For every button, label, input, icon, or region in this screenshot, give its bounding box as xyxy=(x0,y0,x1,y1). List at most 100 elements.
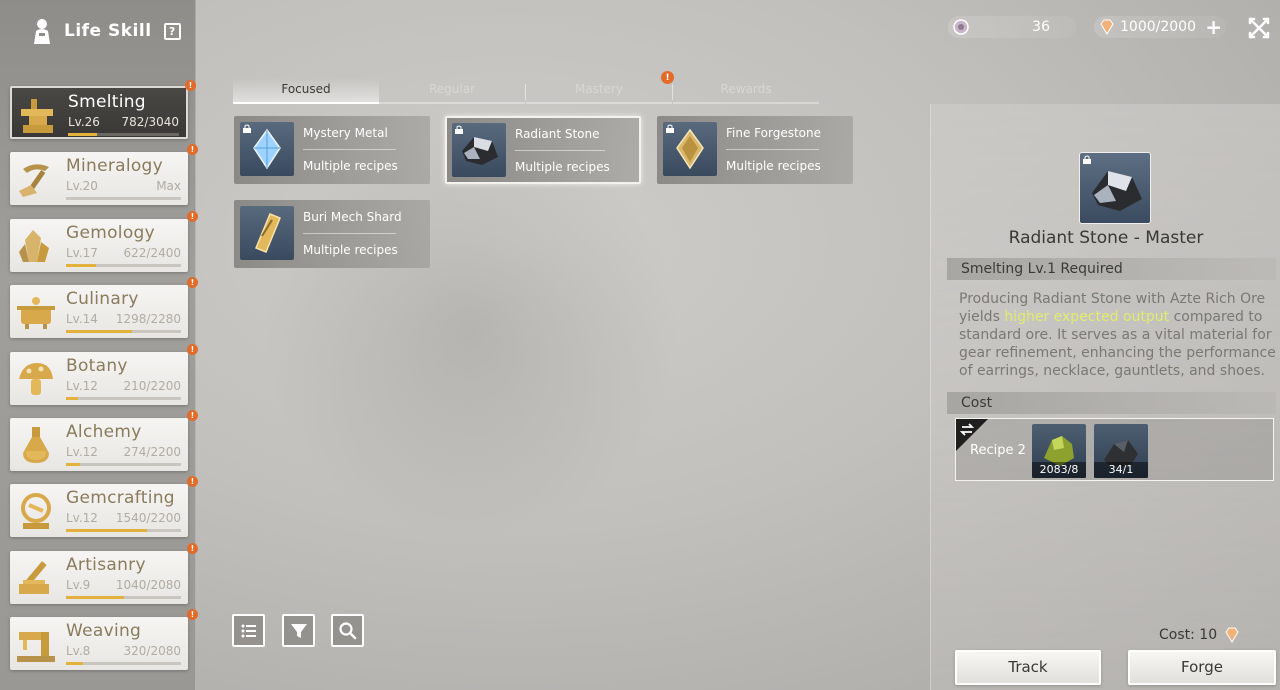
skill-name: Mineralogy xyxy=(66,156,164,177)
skill-name: Artisanry xyxy=(66,554,146,575)
notification-badge: ! xyxy=(187,609,198,621)
tab-regular[interactable]: Regular xyxy=(379,78,525,104)
skill-progress-fill xyxy=(66,263,96,267)
search-icon xyxy=(338,621,356,639)
skill-name: Gemcrafting xyxy=(66,488,175,509)
tab-mastery[interactable]: Mastery xyxy=(526,78,672,104)
mushroom-icon xyxy=(19,362,53,395)
forge-button[interactable]: Forge xyxy=(1128,650,1276,685)
skill-item-gemology[interactable]: Gemology Lv.17 622/2400 ! xyxy=(10,210,198,272)
skill-item-artisanry[interactable]: Artisanry Lv.9 1040/2080 ! xyxy=(10,542,198,604)
recipe-tabs: Focused Regular Mastery Rewards ! xyxy=(233,71,930,104)
skill-progress-bar xyxy=(66,595,181,599)
material-slot[interactable]: 34/1 xyxy=(1094,424,1148,478)
skill-level: Lv.17 xyxy=(66,245,98,260)
skill-progress-fill xyxy=(66,330,132,334)
recipe-detail-panel: Radiant Stone - Master Smelting Lv.1 Req… xyxy=(930,104,1280,690)
notification-badge: ! xyxy=(187,343,198,355)
skill-level: Lv.26 xyxy=(68,115,100,129)
skill-progress-fill xyxy=(66,662,84,666)
recipe-subtitle: Multiple recipes xyxy=(515,160,610,174)
filter-icon xyxy=(290,623,307,638)
buri-mech-shard-icon xyxy=(255,213,281,253)
skill-level: Lv.20 xyxy=(66,179,98,194)
requirement-bar: Smelting Lv.1 Required xyxy=(947,258,1276,280)
skill-progress-bar xyxy=(66,330,181,334)
gem-icon xyxy=(1100,19,1114,35)
forge-cost-text: Cost: 10 xyxy=(1159,627,1218,643)
skill-progress-fill xyxy=(66,529,147,533)
skill-list: Smelting Lv.26 782/3040 ! Mineralogy Lv.… xyxy=(10,80,198,684)
skill-progress-bar xyxy=(66,462,181,466)
notification-badge: ! xyxy=(187,542,198,554)
recipe-name: Buri Mech Shard xyxy=(303,210,402,224)
divider xyxy=(303,233,396,234)
skill-sidebar: Life Skill ? Smelting Lv.26 782/3040 ! M… xyxy=(0,0,198,690)
notification-badge: ! xyxy=(187,144,198,156)
anvil-icon xyxy=(21,99,53,133)
list-icon xyxy=(241,624,256,637)
recipe-thumbnail xyxy=(452,123,506,177)
tab-focused[interactable]: Focused xyxy=(233,78,379,104)
gem-amount: 1000/2000 xyxy=(1120,19,1196,35)
skill-item-weaving[interactable]: Weaving Lv.8 320/2080 ! xyxy=(10,609,198,671)
recipe-card-mystery-metal[interactable]: Mystery Metal Multiple recipes xyxy=(234,116,430,184)
skill-item-gemcrafting[interactable]: Gemcrafting Lv.12 1540/2200 ! xyxy=(10,476,198,538)
pickaxe-icon xyxy=(19,164,49,198)
page-title: Life Skill xyxy=(64,21,152,41)
skill-name: Alchemy xyxy=(66,421,142,442)
gem-icon xyxy=(1225,627,1239,643)
skill-xp: 210/2200 xyxy=(123,378,182,393)
coin-icon xyxy=(953,19,969,35)
skill-item-botany[interactable]: Botany Lv.12 210/2200 ! xyxy=(10,343,198,405)
search-button[interactable] xyxy=(331,614,364,647)
close-icon[interactable] xyxy=(1246,15,1272,41)
header: Life Skill ? xyxy=(30,14,181,48)
potion-flask-icon xyxy=(23,426,49,463)
skill-item-alchemy[interactable]: Alchemy Lv.12 274/2200 ! xyxy=(10,409,198,471)
recipe-name: Radiant Stone xyxy=(515,127,600,141)
skill-item-smelting[interactable]: Smelting Lv.26 782/3040 ! xyxy=(10,80,196,139)
hammer-icon xyxy=(19,560,49,594)
recipe-subtitle: Multiple recipes xyxy=(726,159,821,173)
list-view-button[interactable] xyxy=(232,614,265,647)
coin-counter: 36 xyxy=(948,16,1076,38)
recipe-description: Producing Radiant Stone with Azte Rich O… xyxy=(959,290,1280,378)
skill-level: Lv.12 xyxy=(66,378,98,393)
skill-progress-fill xyxy=(66,396,78,400)
tab-rewards[interactable]: Rewards xyxy=(673,78,819,104)
skill-xp: 320/2080 xyxy=(123,644,182,659)
recipe-card-buri-mech-shard[interactable]: Buri Mech Shard Multiple recipes xyxy=(234,200,430,268)
notification-badge: ! xyxy=(187,277,198,289)
notification-badge: ! xyxy=(661,71,674,84)
skill-name: Culinary xyxy=(66,289,139,310)
notification-badge: ! xyxy=(187,409,198,421)
bound-icon xyxy=(455,125,463,134)
skill-item-culinary[interactable]: Culinary Lv.14 1298/2280 ! xyxy=(10,277,198,339)
recipe-option[interactable]: Recipe 2 2083/8 34/1 xyxy=(955,418,1274,481)
skill-progress-bar xyxy=(66,197,181,201)
material-count: 34/1 xyxy=(1094,462,1148,478)
recipe-thumbnail xyxy=(240,206,294,260)
skill-name: Gemology xyxy=(66,222,155,243)
skill-xp: 1540/2200 xyxy=(115,511,181,526)
skill-xp: 782/3040 xyxy=(121,115,180,129)
skill-name: Botany xyxy=(66,355,128,376)
help-icon[interactable]: ? xyxy=(163,22,181,40)
skill-xp: 274/2200 xyxy=(123,444,182,459)
forge-cost: Cost: 10 xyxy=(1159,626,1241,644)
material-slot[interactable]: 2083/8 xyxy=(1032,424,1086,478)
skill-progress-bar xyxy=(68,133,179,136)
track-button[interactable]: Track xyxy=(955,650,1101,685)
add-currency-button[interactable]: + xyxy=(1205,17,1222,37)
bound-icon xyxy=(666,124,674,133)
skill-level: Lv.12 xyxy=(66,511,98,526)
detail-title: Radiant Stone - Master xyxy=(1008,228,1204,248)
cooking-pot-icon xyxy=(17,297,55,330)
recipe-card-fine-forgestone[interactable]: Fine Forgestone Multiple recipes xyxy=(657,116,853,184)
bound-icon xyxy=(243,124,251,133)
skill-xp: 1040/2080 xyxy=(115,577,181,592)
filter-button[interactable] xyxy=(282,614,315,647)
recipe-card-radiant-stone[interactable]: Radiant Stone Multiple recipes xyxy=(445,116,641,184)
skill-item-mineralogy[interactable]: Mineralogy Lv.20 Max ! xyxy=(10,144,198,206)
